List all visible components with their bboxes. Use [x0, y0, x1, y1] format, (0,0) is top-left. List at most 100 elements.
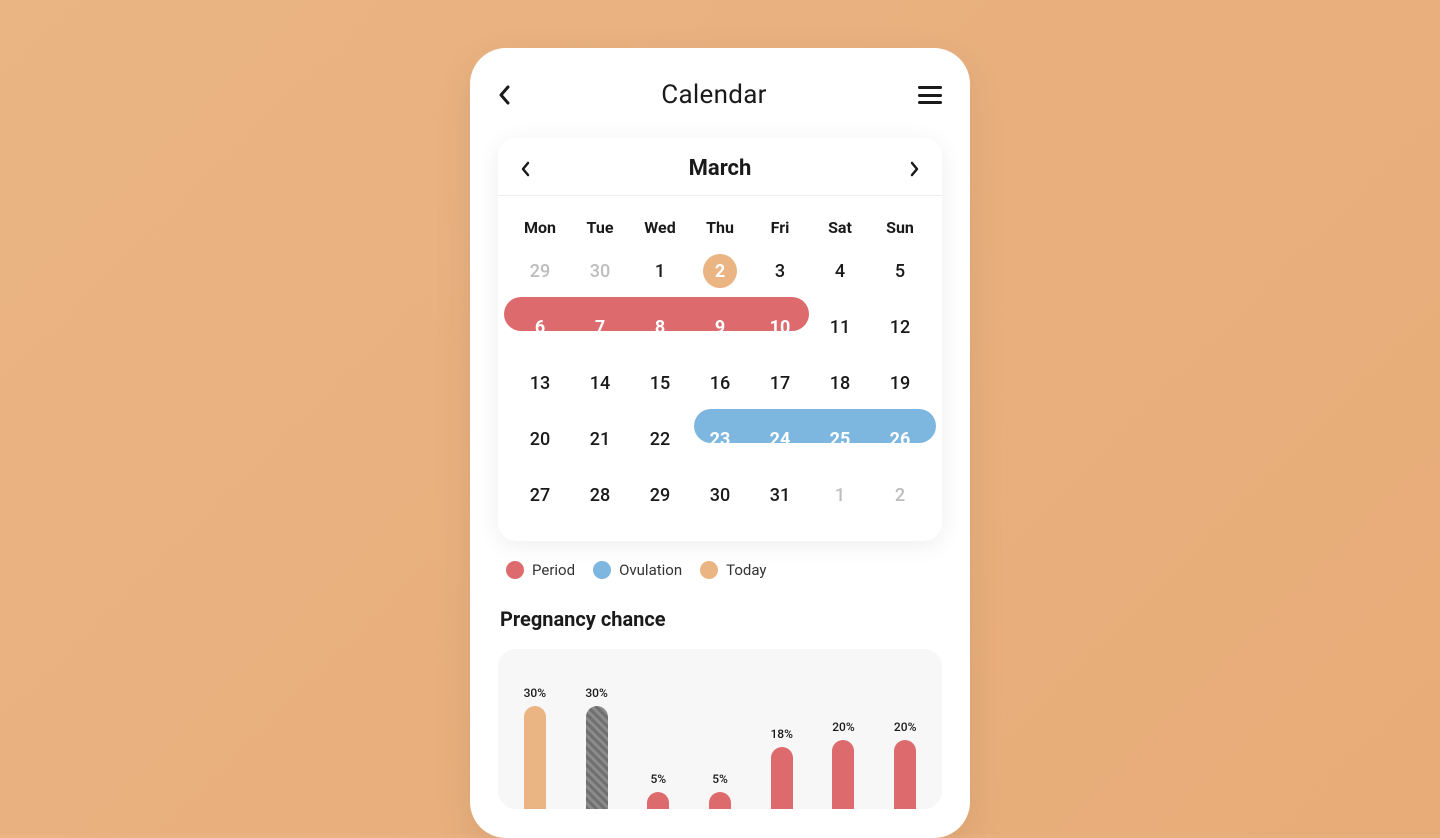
bar-value-label: 5% [712, 772, 728, 786]
day-cell[interactable]: 27 [510, 467, 570, 523]
day-number: 7 [583, 310, 617, 344]
day-cell[interactable]: 15 [630, 355, 690, 411]
day-cell[interactable]: 3 [750, 243, 810, 299]
day-cell[interactable]: 17 [750, 355, 810, 411]
day-number: 8 [643, 310, 677, 344]
day-number: 6 [523, 310, 557, 344]
pregnancy-chance-chart: 30% 30% 5% 5% 18% 20% 20% [498, 649, 942, 809]
day-number: 1 [643, 254, 677, 288]
day-cell[interactable]: 5 [870, 243, 930, 299]
day-number: 25 [823, 422, 857, 456]
back-icon[interactable] [498, 85, 510, 105]
dow-label: Fri [750, 210, 810, 243]
bar-value-label: 20% [894, 720, 916, 734]
day-cell[interactable]: 19 [870, 355, 930, 411]
legend-period: Period [506, 561, 575, 579]
day-number: 28 [583, 478, 617, 512]
day-cell[interactable]: 13 [510, 355, 570, 411]
day-number: 27 [523, 478, 557, 512]
dow-label: Sun [870, 210, 930, 243]
day-cell[interactable]: 11 [810, 299, 870, 355]
day-cell[interactable]: 1 [810, 467, 870, 523]
bar-fill [524, 706, 546, 809]
chart-bar: 5% [639, 669, 677, 809]
phone-frame: Calendar March MonTueWedThuFriSatSun2930… [470, 48, 970, 838]
chart-bar: 5% [701, 669, 739, 809]
bar-value-label: 20% [832, 720, 854, 734]
legend: Period Ovulation Today [498, 561, 942, 579]
day-number: 10 [763, 310, 797, 344]
day-cell[interactable]: 30 [690, 467, 750, 523]
day-cell[interactable]: 12 [870, 299, 930, 355]
dow-label: Thu [690, 210, 750, 243]
day-cell[interactable]: 18 [810, 355, 870, 411]
day-number: 5 [883, 254, 917, 288]
chart-bar: 30% [516, 669, 554, 809]
today-dot-icon [700, 561, 718, 579]
bar-fill [709, 792, 731, 809]
month-label: March [689, 156, 752, 181]
day-number: 31 [763, 478, 797, 512]
day-number: 30 [583, 254, 617, 288]
app-header: Calendar [498, 80, 942, 110]
day-cell[interactable]: 28 [570, 467, 630, 523]
bar-value-label: 18% [770, 727, 792, 741]
day-cell[interactable]: 31 [750, 467, 810, 523]
day-number: 2 [883, 478, 917, 512]
legend-today: Today [700, 561, 766, 579]
day-cell[interactable]: 29 [510, 243, 570, 299]
day-cell[interactable]: 24 [750, 411, 810, 467]
day-cell[interactable]: 2 [870, 467, 930, 523]
day-number: 20 [523, 422, 557, 456]
ovulation-dot-icon [593, 561, 611, 579]
day-number: 2 [703, 254, 737, 288]
day-number: 14 [583, 366, 617, 400]
chart-bar: 18% [763, 669, 801, 809]
bar-value-label: 30% [524, 686, 546, 700]
day-cell[interactable]: 29 [630, 467, 690, 523]
page-title: Calendar [661, 80, 767, 110]
day-cell[interactable]: 26 [870, 411, 930, 467]
day-cell[interactable]: 22 [630, 411, 690, 467]
period-dot-icon [506, 561, 524, 579]
day-cell[interactable]: 7 [570, 299, 630, 355]
day-cell[interactable]: 14 [570, 355, 630, 411]
dow-label: Sat [810, 210, 870, 243]
day-cell[interactable]: 4 [810, 243, 870, 299]
day-number: 18 [823, 366, 857, 400]
day-number: 15 [643, 366, 677, 400]
chart-bar: 20% [825, 669, 863, 809]
bar-fill [832, 740, 854, 809]
menu-icon[interactable] [918, 86, 942, 104]
day-cell[interactable]: 25 [810, 411, 870, 467]
day-cell[interactable]: 10 [750, 299, 810, 355]
day-cell[interactable]: 6 [510, 299, 570, 355]
calendar-card: March MonTueWedThuFriSatSun2930123456789… [498, 138, 942, 541]
legend-ovulation: Ovulation [593, 561, 682, 579]
bar-fill [894, 740, 916, 809]
day-number: 29 [643, 478, 677, 512]
legend-period-label: Period [532, 561, 575, 579]
day-number: 26 [883, 422, 917, 456]
chart-bar: 30% [578, 669, 616, 809]
day-number: 24 [763, 422, 797, 456]
day-number: 13 [523, 366, 557, 400]
dow-label: Mon [510, 210, 570, 243]
day-cell[interactable]: 20 [510, 411, 570, 467]
day-number: 11 [823, 310, 857, 344]
chart-bars: 30% 30% 5% 5% 18% 20% 20% [516, 669, 924, 809]
day-cell[interactable]: 16 [690, 355, 750, 411]
day-cell[interactable]: 1 [630, 243, 690, 299]
day-cell[interactable]: 21 [570, 411, 630, 467]
day-cell[interactable]: 30 [570, 243, 630, 299]
dow-label: Wed [630, 210, 690, 243]
day-cell[interactable]: 9 [690, 299, 750, 355]
next-month-icon[interactable] [910, 161, 920, 177]
day-cell[interactable]: 2 [690, 243, 750, 299]
day-number: 29 [523, 254, 557, 288]
day-number: 1 [823, 478, 857, 512]
day-cell[interactable]: 8 [630, 299, 690, 355]
day-cell[interactable]: 23 [690, 411, 750, 467]
day-number: 16 [703, 366, 737, 400]
prev-month-icon[interactable] [520, 161, 530, 177]
